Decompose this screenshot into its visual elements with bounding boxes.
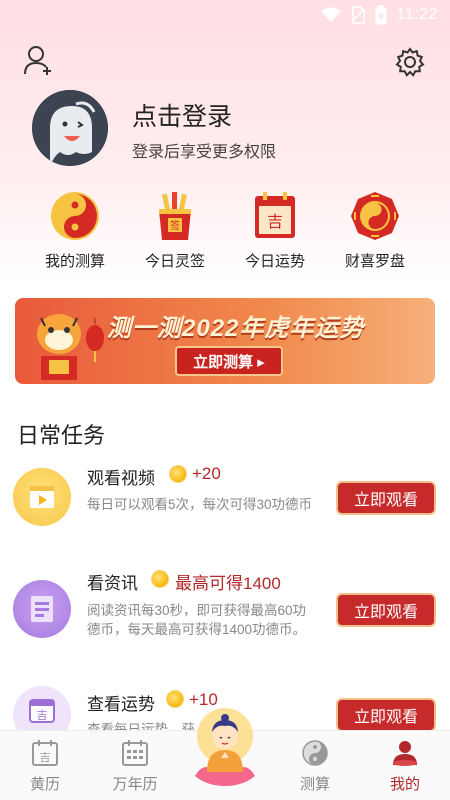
merit-coin-icon [166, 690, 184, 708]
login-title[interactable]: 点击登录 [132, 97, 232, 133]
svg-text:签: 签 [170, 219, 180, 232]
login-subtitle: 登录后享受更多权限 [132, 144, 277, 161]
quick-action-label: 今日灵签 [144, 253, 205, 270]
tab-label: 万年历 [112, 776, 158, 793]
tab-almanac[interactable]: 吉 黄历 [0, 731, 90, 800]
watch-now-button[interactable]: 立即观看 [336, 698, 436, 730]
quick-action-wealth-compass[interactable]: 财喜罗盘 [325, 190, 425, 271]
tab-label: 测算 [299, 776, 330, 793]
user-icon [393, 741, 417, 766]
yin-yang-icon [51, 192, 99, 240]
tab-label: 黄历 [29, 776, 60, 793]
video-play-icon [13, 468, 71, 526]
task-description: 每日可以观看5次，每次可得30功德币 [87, 497, 313, 512]
yin-yang-icon [302, 740, 328, 766]
quick-action-label: 今日运势 [244, 253, 305, 270]
svg-text:吉: 吉 [267, 212, 283, 231]
battery-icon [375, 5, 387, 25]
calendar-grid-icon [122, 740, 148, 766]
lantern-icon [86, 318, 104, 362]
quick-action-label: 财喜罗盘 [344, 253, 405, 270]
quick-action-my-fortune[interactable]: 我的测算 [25, 190, 125, 271]
task-reward: 最高可得1400 [175, 574, 281, 593]
calendar-ji-icon: 吉 [255, 192, 295, 238]
avatar[interactable] [32, 90, 108, 166]
svg-text:吉: 吉 [40, 751, 51, 764]
tab-label: 我的 [389, 776, 420, 793]
bagua-compass-icon [351, 192, 399, 240]
fortune-sticks-icon: 签 [159, 192, 191, 240]
watch-now-button[interactable]: 立即观看 [336, 481, 436, 515]
add-user-icon [24, 46, 51, 75]
quick-action-label: 我的测算 [44, 253, 105, 270]
watch-now-button[interactable]: 立即观看 [336, 593, 436, 627]
tab-mine[interactable]: 我的 [360, 731, 450, 800]
task-read-news: 看资讯 最高可得1400 阅读资讯每30秒，即可获得最高60功德币，每天最高可获… [0, 566, 450, 676]
no-sim-icon [351, 6, 365, 24]
calendar-ji-icon: 吉 [32, 740, 58, 766]
tab-fortune-telling[interactable]: 测算 [270, 731, 360, 800]
banner-title: 测一测2022年虎年运势 [107, 315, 365, 342]
settings-button[interactable] [392, 44, 428, 80]
tab-perpetual-calendar[interactable]: 万年历 [90, 731, 180, 800]
task-watch-video: 观看视频 +20 每日可以观看5次，每次可得30功德币 立即观看 [0, 460, 450, 560]
task-name: 看资讯 [87, 574, 138, 593]
calendar-ji-icon: 吉 [13, 686, 71, 730]
svg-text:吉: 吉 [37, 709, 48, 722]
quick-action-daily-lot[interactable]: 签 今日灵签 [125, 190, 225, 271]
tiger-year-banner[interactable]: 测一测2022年虎年运势 立即测算 ▸ [15, 298, 435, 384]
wifi-icon [320, 7, 341, 22]
status-bar: 11:22 [0, 0, 450, 30]
status-time: 11:22 [396, 6, 438, 23]
merit-coin-icon [169, 465, 187, 483]
buddha-icon[interactable] [193, 706, 257, 788]
ghost-avatar-icon [32, 90, 108, 166]
merit-coin-icon [151, 570, 169, 588]
daily-tasks-title: 日常任务 [17, 423, 106, 448]
task-reward: +20 [192, 464, 221, 483]
task-description: 阅读资讯每30秒，即可获得最高60功德币，每天最高可获得1400功德币。 [87, 603, 307, 637]
banner-test-now-button[interactable]: 立即测算 ▸ [175, 346, 283, 376]
gear-icon [395, 47, 425, 77]
news-document-icon [13, 580, 71, 638]
task-name: 观看视频 [87, 469, 155, 488]
quick-action-daily-luck[interactable]: 吉 今日运势 [225, 190, 325, 271]
add-user-button[interactable] [20, 42, 56, 78]
task-name: 查看运势 [87, 695, 155, 714]
